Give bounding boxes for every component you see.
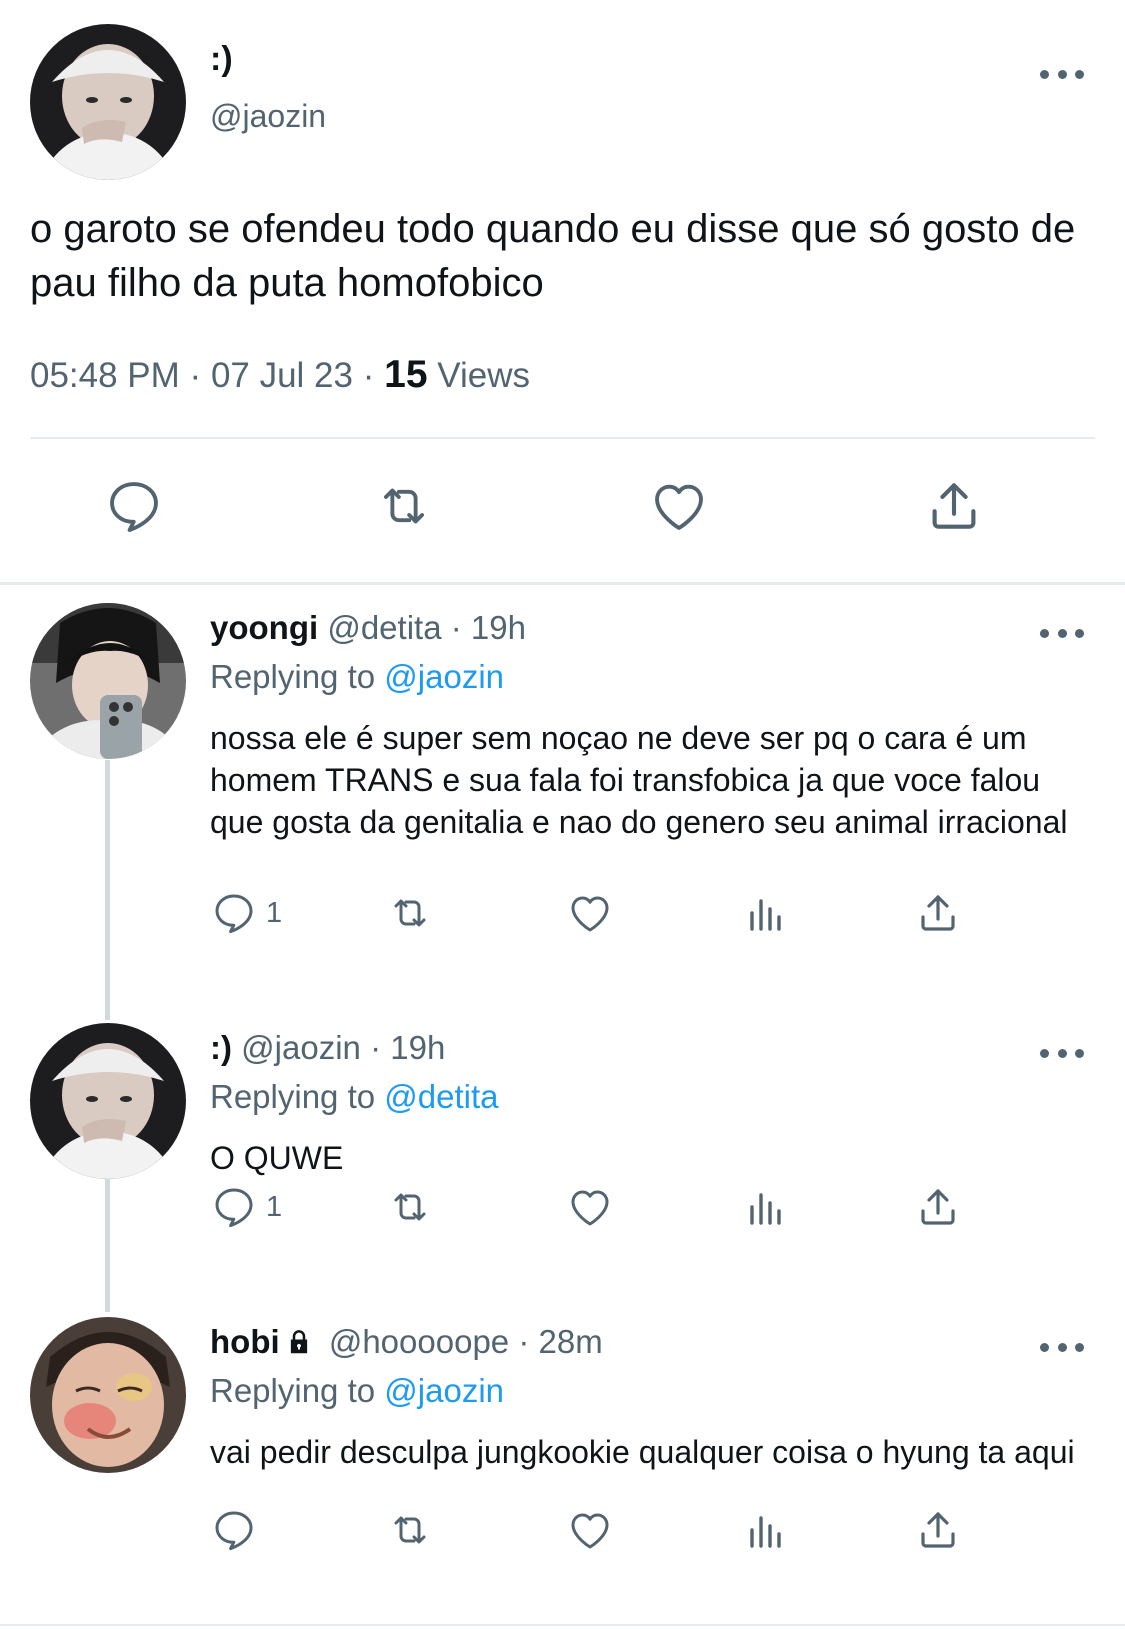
user-handle[interactable]: @jaozin [241,1029,361,1066]
reply-tweet[interactable]: yoongi @detita · 19h Replying to @jaozin… [0,603,1125,983]
like-button[interactable] [566,1505,614,1555]
bar-chart-icon [750,1516,781,1548]
tweet-time: 05:48 PM [30,356,180,395]
display-name[interactable]: hobi [210,1323,280,1360]
heart-icon [571,1190,609,1226]
tweet-actions [0,470,1125,550]
share-icon [932,483,976,529]
views-button[interactable] [742,1505,790,1555]
avatar[interactable] [30,1317,186,1473]
tweet-date: 07 Jul 23 [210,356,353,395]
meta-separator: · [518,1323,530,1360]
reply-text: vai pedir desculpa jungkookie qualquer c… [210,1434,1075,1470]
avatar[interactable] [30,24,186,180]
reply-button[interactable] [210,1505,258,1555]
display-name[interactable]: yoongi [210,609,318,646]
reply-actions: 1 [210,888,1010,948]
replying-to-link[interactable]: @jaozin [384,658,504,695]
share-button[interactable] [914,888,962,938]
views-count[interactable]: 15 [384,353,427,396]
meta-separator: · [370,1029,382,1066]
more-options-icon[interactable] [1040,64,1084,84]
replying-to: Replying to @detita [210,1078,499,1116]
replying-to-link[interactable]: @jaozin [384,1372,504,1409]
reply-text: O QUWE [210,1140,344,1176]
share-icon [921,1189,955,1225]
share-button[interactable] [914,1182,962,1232]
share-icon [921,895,955,931]
retweet-button[interactable] [386,888,434,938]
replying-label: Replying to [210,1372,376,1409]
more-options-icon[interactable] [1040,1337,1084,1357]
reply-header: hobi @hooooope · 28m [210,1323,603,1361]
meta-separator: · [450,609,462,646]
retweet-icon [394,899,426,927]
replying-label: Replying to [210,1078,376,1115]
section-divider [0,582,1125,585]
heart-icon [655,484,703,530]
display-name[interactable]: :) [210,40,233,79]
retweet-icon [383,488,425,524]
share-button[interactable] [914,1505,962,1555]
main-tweet: :) @jaozin o garoto se ofendeu todo quan… [0,0,1125,590]
lock-icon [290,1330,307,1354]
divider [0,1624,1125,1626]
reply-count: 1 [266,896,283,929]
retweet-icon [394,1516,426,1544]
meta-separator: · [189,356,202,395]
retweet-button[interactable] [368,470,440,542]
views-label[interactable]: Views [437,356,530,395]
speech-bubble-icon [215,1188,253,1228]
reply-button[interactable]: 1 [210,888,282,938]
like-button[interactable] [643,470,715,542]
replying-to: Replying to @jaozin [210,1372,504,1410]
views-button[interactable] [742,888,790,938]
like-button[interactable] [566,1182,614,1232]
reply-text: nossa ele é super sem noçao ne deve ser … [210,720,1068,840]
more-options-icon[interactable] [1040,623,1084,643]
reply-tweet[interactable]: :) @jaozin · 19h Replying to @detita O Q… [0,1023,1125,1283]
retweet-button[interactable] [386,1182,434,1232]
bar-chart-icon [750,1193,781,1225]
bar-chart-icon [750,899,781,931]
like-button[interactable] [566,888,614,938]
display-name[interactable]: :) [210,1029,232,1066]
reply-actions [210,1505,1010,1565]
divider [30,437,1095,439]
replying-label: Replying to [210,658,376,695]
views-button[interactable] [742,1182,790,1232]
reply-header: yoongi @detita · 19h [210,609,526,647]
avatar[interactable] [30,1023,186,1179]
speech-bubble-icon [215,894,253,934]
user-handle[interactable]: @jaozin [210,98,326,135]
replying-to: Replying to @jaozin [210,658,504,696]
speech-bubble-icon [110,482,158,532]
tweet-text: o garoto se ofendeu todo quando eu disse… [30,207,1076,305]
more-options-icon[interactable] [1040,1043,1084,1063]
reply-tweet[interactable]: hobi @hooooope · 28m Replying to @jaozin… [0,1317,1125,1617]
meta-separator: · [362,356,375,395]
reply-count: 1 [266,1190,283,1223]
tweet-meta: 05:48 PM · 07 Jul 23 · 15 Views [30,353,530,397]
share-button[interactable] [918,470,990,542]
reply-actions: 1 [210,1182,1010,1242]
share-icon [921,1512,955,1548]
reply-button[interactable]: 1 [210,1182,282,1232]
reply-time[interactable]: 19h [471,609,526,646]
retweet-icon [394,1193,426,1221]
heart-icon [571,1513,609,1549]
reply-button[interactable] [98,470,170,542]
speech-bubble-icon [215,1511,253,1551]
reply-time[interactable]: 19h [390,1029,445,1066]
reply-header: :) @jaozin · 19h [210,1029,445,1067]
retweet-button[interactable] [386,1505,434,1555]
user-handle[interactable]: @detita [327,609,441,646]
replying-to-link[interactable]: @detita [384,1078,498,1115]
heart-icon [571,896,609,932]
avatar[interactable] [30,603,186,759]
user-handle[interactable]: @hooooope [329,1323,509,1360]
reply-time[interactable]: 28m [539,1323,603,1360]
